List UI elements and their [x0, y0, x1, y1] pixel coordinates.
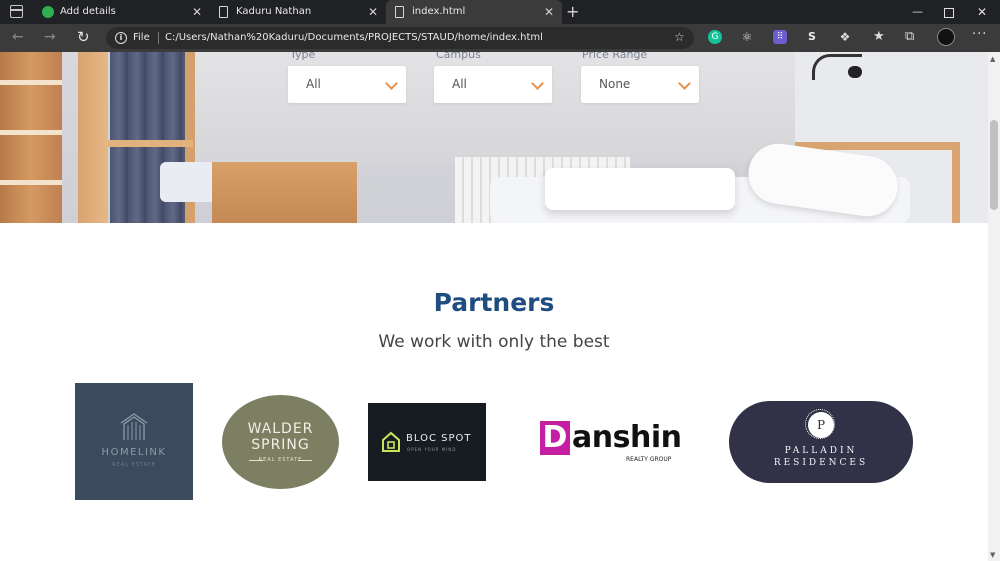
- campus-select[interactable]: All: [434, 66, 552, 103]
- bloc-spot-name: BLOC SPOT: [406, 433, 472, 444]
- walder-spring-logo[interactable]: WALDER SPRING REAL ESTATE: [222, 395, 339, 489]
- page-scrollbar[interactable]: ▲ ▼: [988, 52, 1000, 561]
- info-icon[interactable]: i: [115, 32, 127, 44]
- divider: [158, 32, 159, 44]
- partners-heading: Partners: [433, 288, 555, 317]
- walder-line2: SPRING: [251, 437, 310, 453]
- campus-select-value: All: [452, 77, 467, 91]
- homelink-name: HOMELINK: [101, 447, 167, 458]
- tab-title: Kaduru Nathan: [236, 6, 312, 17]
- page-viewport: Type Campus Price Range All All None Par…: [0, 52, 988, 561]
- price-range-label: Price Range: [582, 52, 648, 61]
- maximize-button[interactable]: [944, 0, 954, 24]
- house-outline-icon: [382, 431, 400, 452]
- extensions-puzzle-icon[interactable]: ❖: [838, 30, 852, 44]
- type-label: Type: [290, 52, 316, 61]
- profile-avatar[interactable]: [937, 28, 955, 46]
- tab-index-html[interactable]: index.html ✕: [386, 0, 562, 24]
- danshin-initial: D: [540, 421, 570, 455]
- back-arrow-icon[interactable]: ←: [12, 29, 24, 45]
- palladin-residences-logo[interactable]: P PALLADIN RESIDENCES: [729, 401, 913, 483]
- favorites-icon[interactable]: ★: [873, 29, 885, 44]
- scroll-up-arrow-icon[interactable]: ▲: [990, 55, 995, 63]
- chevron-down-icon: [531, 77, 544, 90]
- homelink-logo[interactable]: HOMELINK REAL ESTATE: [75, 383, 193, 500]
- chevron-down-icon: [385, 77, 398, 90]
- price-range-select-value: None: [599, 77, 631, 91]
- close-icon[interactable]: ✕: [368, 0, 378, 24]
- palladin-badge: P: [805, 409, 835, 439]
- scheme-label: File: [133, 32, 150, 43]
- reload-icon[interactable]: ↻: [77, 28, 90, 46]
- chevron-down-icon: [678, 77, 691, 90]
- scroll-down-arrow-icon[interactable]: ▼: [990, 551, 995, 559]
- page-icon: [395, 6, 404, 18]
- bunk-bed-frame: [0, 52, 62, 223]
- close-icon[interactable]: ✕: [192, 0, 202, 24]
- tab-title: Add details: [60, 6, 116, 17]
- window-close-button[interactable]: ✕: [977, 0, 987, 24]
- bloc-spot-tagline: OPEN YOUR MIND: [407, 447, 457, 452]
- house-lines-icon: [120, 413, 148, 440]
- danshin-name: anshin: [572, 420, 682, 455]
- campus-label: Campus: [436, 52, 481, 61]
- folded-sheets: [545, 168, 735, 210]
- price-range-select[interactable]: None: [581, 66, 699, 103]
- forward-arrow-icon[interactable]: →: [44, 29, 56, 45]
- danshin-tagline: REALTY GROUP: [626, 456, 672, 463]
- hero-bedroom-image: Type Campus Price Range All All None: [0, 52, 988, 223]
- walder-line1: WALDER: [247, 421, 314, 437]
- react-devtools-icon[interactable]: ⚛: [740, 30, 754, 44]
- add-favorite-icon[interactable]: ☆: [674, 30, 685, 44]
- homelink-tagline: REAL ESTATE: [112, 462, 156, 468]
- danshin-logo[interactable]: D anshin REALTY GROUP: [538, 416, 682, 466]
- type-select-value: All: [306, 77, 321, 91]
- minimize-button[interactable]: —: [912, 0, 923, 24]
- address-bar[interactable]: i File C:/Users/Nathan%20Kaduru/Document…: [106, 27, 694, 49]
- close-icon[interactable]: ✕: [544, 0, 554, 24]
- scrollbar-thumb[interactable]: [990, 120, 998, 210]
- window-menu-icon[interactable]: [10, 5, 23, 18]
- tab-title: index.html: [412, 6, 466, 17]
- partners-subtitle: We work with only the best: [378, 332, 610, 352]
- type-select[interactable]: All: [288, 66, 406, 103]
- s-extension-icon[interactable]: S: [805, 30, 819, 44]
- tab-add-details[interactable]: Add details ✕: [34, 0, 210, 24]
- url-text[interactable]: C:/Users/Nathan%20Kaduru/Documents/PROJE…: [165, 27, 543, 49]
- new-tab-button[interactable]: +: [566, 2, 579, 22]
- page-icon: [219, 6, 228, 18]
- upwork-icon: [42, 6, 54, 18]
- bloc-spot-logo[interactable]: BLOC SPOT OPEN YOUR MIND: [368, 403, 486, 481]
- grammarly-icon[interactable]: G: [708, 30, 722, 44]
- more-menu-icon[interactable]: ···: [972, 27, 987, 42]
- address-toolbar: ← → ↻ i File C:/Users/Nathan%20Kaduru/Do…: [0, 24, 1000, 52]
- browser-tab-bar: Add details ✕ Kaduru Nathan ✕ index.html…: [0, 0, 1000, 24]
- tab-kaduru-nathan[interactable]: Kaduru Nathan ✕: [210, 0, 386, 24]
- extension-purple-icon[interactable]: ⠿: [773, 30, 787, 44]
- palladin-line1: PALLADIN: [784, 446, 858, 456]
- collections-icon[interactable]: ⧉: [905, 29, 914, 44]
- walder-tagline: REAL ESTATE: [258, 457, 303, 463]
- palladin-line2: RESIDENCES: [773, 458, 869, 468]
